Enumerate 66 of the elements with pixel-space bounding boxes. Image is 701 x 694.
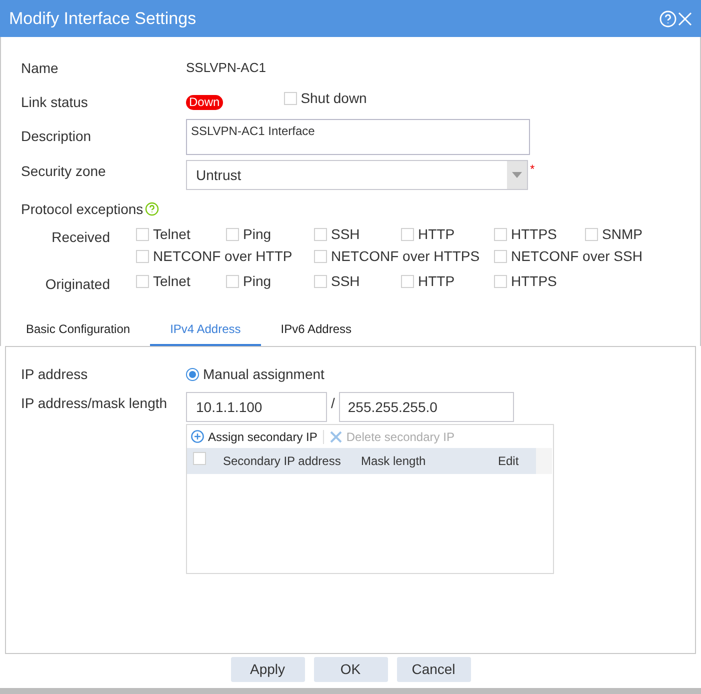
column-header: Secondary IP address [223,453,342,470]
checkbox-label: Ping [243,272,272,291]
checkbox-label: NETCONF over HTTP [153,246,292,266]
tab[interactable]: Basic Configuration [6,313,150,346]
radio-label: Manual assignment [203,364,324,384]
name-value: SSLVPN-AC1 [186,59,266,78]
mask-field[interactable]: 255.255.255.0 [338,392,514,422]
checkbox[interactable] [136,250,149,262]
checkbox[interactable] [314,250,327,262]
checkbox-label: Telnet [153,224,190,244]
checkbox-label: SSH [331,272,360,290]
add-button[interactable]: Assign secondary IP [191,428,318,446]
tab[interactable]: IPv4 Address [150,313,261,346]
checkbox[interactable] [401,228,414,240]
required-mark: * [530,161,535,178]
checkbox[interactable] [401,274,414,288]
checkbox-label: HTTP [418,272,455,290]
checkbox[interactable] [314,274,327,288]
help-icon[interactable] [145,202,160,216]
window-title: Modify Interface Settings [9,8,198,30]
checkbox-label: Ping [243,224,272,244]
checkbox[interactable] [226,228,239,240]
close-icon[interactable] [678,12,692,26]
checkbox[interactable] [494,250,507,262]
field-label: Description [21,127,92,146]
checkbox-label: NETCONF over HTTPS [331,246,480,266]
checkbox-label: HTTPS [511,224,557,244]
radio-button[interactable] [186,368,199,380]
checkbox-label: Telnet [153,272,190,290]
checkbox[interactable] [494,274,507,288]
checkbox[interactable] [136,274,149,288]
checkbox-label: SNMP [602,224,642,244]
section-label: Protocol exceptions [21,200,144,219]
plus-icon [191,430,204,443]
group-label: Originated [44,275,111,294]
checkbox-label: HTTPS [511,272,557,290]
field-label: Link status [21,92,89,112]
checkbox-label: SSH [331,224,360,244]
checkbox[interactable] [136,228,149,240]
checkbox[interactable] [585,228,598,240]
separator: / [331,394,335,412]
field-label: Name [21,58,60,78]
checkbox[interactable] [494,228,507,240]
group-label: Received [50,228,111,247]
ip-address-field[interactable]: 10.1.1.100 [186,392,327,422]
security-zone-dropdown[interactable]: Untrust [186,160,528,190]
checkbox-label: NETCONF over SSH [511,246,642,266]
close-icon [330,430,342,442]
dialog-button[interactable]: OK [314,657,388,682]
field-label: Security zone [21,162,107,181]
checkbox[interactable] [284,92,297,104]
column-header: Mask length [361,453,427,470]
column-header: Edit [498,453,519,470]
status-badge: Down [186,94,223,110]
checkbox[interactable] [193,452,206,465]
checkbox[interactable] [226,274,239,288]
dialog-button[interactable]: Cancel [396,657,470,682]
checkbox-label: Shut down [300,88,367,108]
checkbox-label: HTTP [418,224,455,244]
caret-icon [512,172,522,178]
description-field[interactable]: SSLVPN-AC1 Interface [186,119,530,155]
dialog-button[interactable]: Apply [230,657,304,682]
field-label: IP address/mask length [21,394,168,413]
tab[interactable]: IPv6 Address [260,313,372,346]
checkbox[interactable] [314,228,327,240]
field-label: IP address [21,364,89,384]
